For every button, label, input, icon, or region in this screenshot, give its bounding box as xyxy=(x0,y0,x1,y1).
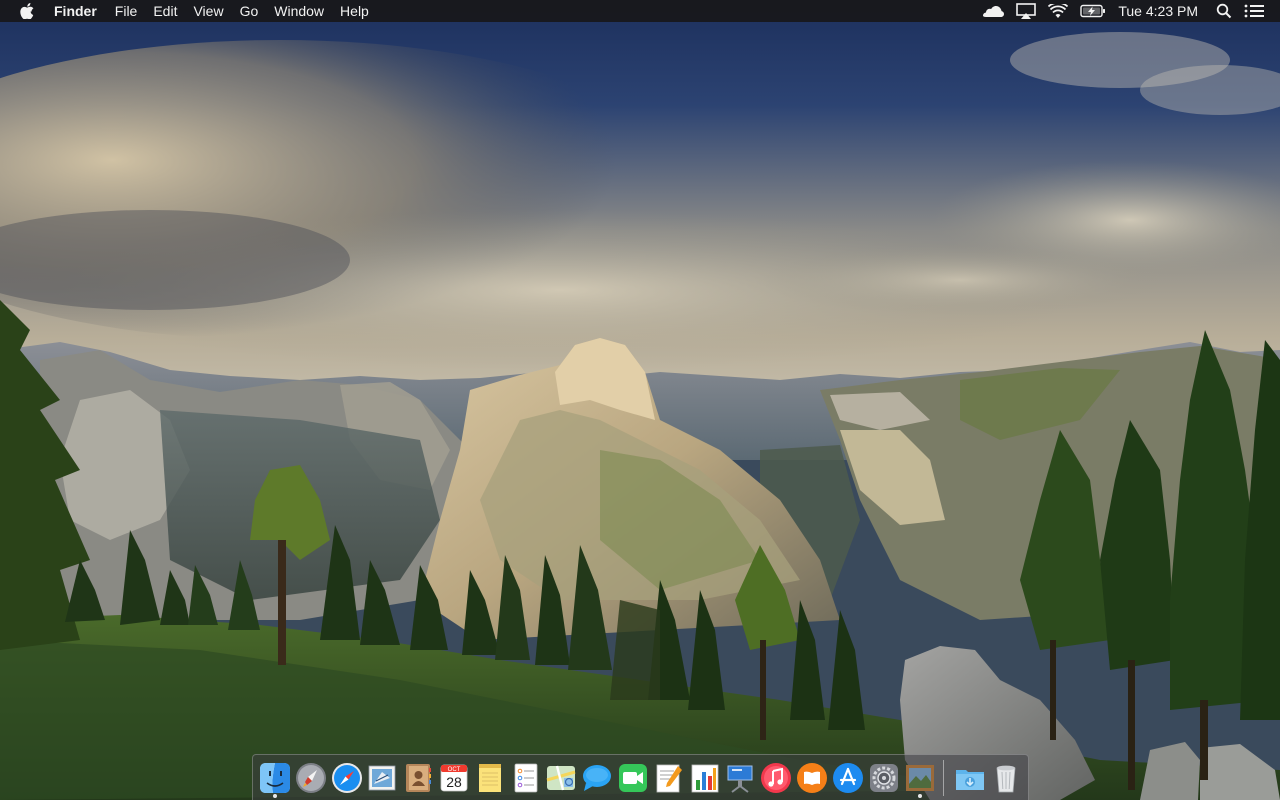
contacts-icon xyxy=(406,763,432,792)
dock-item-mail[interactable] xyxy=(364,758,400,798)
dock-item-safari[interactable] xyxy=(329,758,365,798)
dock-item-keynote[interactable] xyxy=(723,758,759,798)
notes-icon xyxy=(478,763,501,792)
battery-charging-icon[interactable] xyxy=(1074,0,1112,22)
dock-separator xyxy=(943,759,945,796)
menu-view[interactable]: View xyxy=(185,0,231,22)
menu-app-name[interactable]: Finder xyxy=(54,0,107,22)
menu-bar-left: Finder File Edit View Go Window Help xyxy=(0,0,377,22)
menu-edit[interactable]: Edit xyxy=(145,0,185,22)
reminders-icon xyxy=(514,763,537,792)
keynote-icon xyxy=(727,765,753,793)
menu-file[interactable]: File xyxy=(107,0,146,22)
running-indicator xyxy=(273,793,277,798)
cloud-icon[interactable] xyxy=(976,0,1010,22)
running-indicator xyxy=(917,793,922,798)
trash-icon xyxy=(996,765,1016,792)
yosemite-landscape xyxy=(0,0,1280,800)
finder-icon xyxy=(259,762,290,793)
downloads-folder-icon xyxy=(956,769,985,790)
launchpad-icon xyxy=(295,762,326,793)
dock-item-trash[interactable] xyxy=(988,758,1024,798)
dock-item-maps[interactable] xyxy=(544,758,580,798)
spotlight-search-icon[interactable] xyxy=(1210,0,1238,22)
calendar-month: OCT xyxy=(448,767,461,773)
dock-item-preview[interactable] xyxy=(902,758,938,798)
facetime-icon xyxy=(619,763,648,792)
notification-center-icon[interactable] xyxy=(1238,0,1270,22)
system-preferences-icon xyxy=(869,763,898,792)
maps-icon xyxy=(546,765,576,790)
dock-item-facetime[interactable] xyxy=(615,758,651,798)
itunes-icon xyxy=(761,762,792,793)
dock-item-pages[interactable] xyxy=(651,758,687,798)
menu-bar: Finder File Edit View Go Window Help Tue… xyxy=(0,0,1280,22)
pages-icon xyxy=(656,764,682,792)
menu-bar-clock[interactable]: Tue 4:23 PM xyxy=(1112,0,1210,22)
app-store-icon xyxy=(832,762,863,793)
dock-item-itunes[interactable] xyxy=(758,758,794,798)
dock-item-calendar[interactable]: OCT 28 xyxy=(436,758,472,798)
preview-icon xyxy=(905,764,934,791)
dock-item-ibooks[interactable] xyxy=(794,758,830,798)
desktop-wallpaper xyxy=(0,0,1280,800)
messages-icon xyxy=(583,764,612,791)
dock-item-contacts[interactable] xyxy=(400,758,436,798)
menu-window[interactable]: Window xyxy=(266,0,332,22)
dock-item-messages[interactable] xyxy=(579,758,615,798)
apple-menu-icon[interactable] xyxy=(18,0,36,22)
calendar-icon: OCT 28 xyxy=(440,764,468,791)
menu-bar-status-area: Tue 4:23 PM xyxy=(976,0,1280,22)
safari-icon xyxy=(331,762,362,793)
dock-item-reminders[interactable] xyxy=(508,758,544,798)
airplay-icon[interactable] xyxy=(1010,0,1042,22)
calendar-day: 28 xyxy=(446,774,462,790)
dock: OCT 28 xyxy=(252,754,1029,800)
dock-item-app-store[interactable] xyxy=(830,758,866,798)
dock-item-launchpad[interactable] xyxy=(293,758,329,798)
numbers-icon xyxy=(691,764,719,792)
dock-item-finder[interactable] xyxy=(257,758,293,798)
dock-item-numbers[interactable] xyxy=(687,758,723,798)
ibooks-icon xyxy=(797,762,828,793)
menu-go[interactable]: Go xyxy=(232,0,267,22)
mail-icon xyxy=(368,765,396,790)
menu-help[interactable]: Help xyxy=(332,0,377,22)
dock-item-system-preferences[interactable] xyxy=(866,758,902,798)
dock-item-downloads[interactable] xyxy=(952,758,988,798)
dock-item-notes[interactable] xyxy=(472,758,508,798)
wifi-icon[interactable] xyxy=(1042,0,1074,22)
